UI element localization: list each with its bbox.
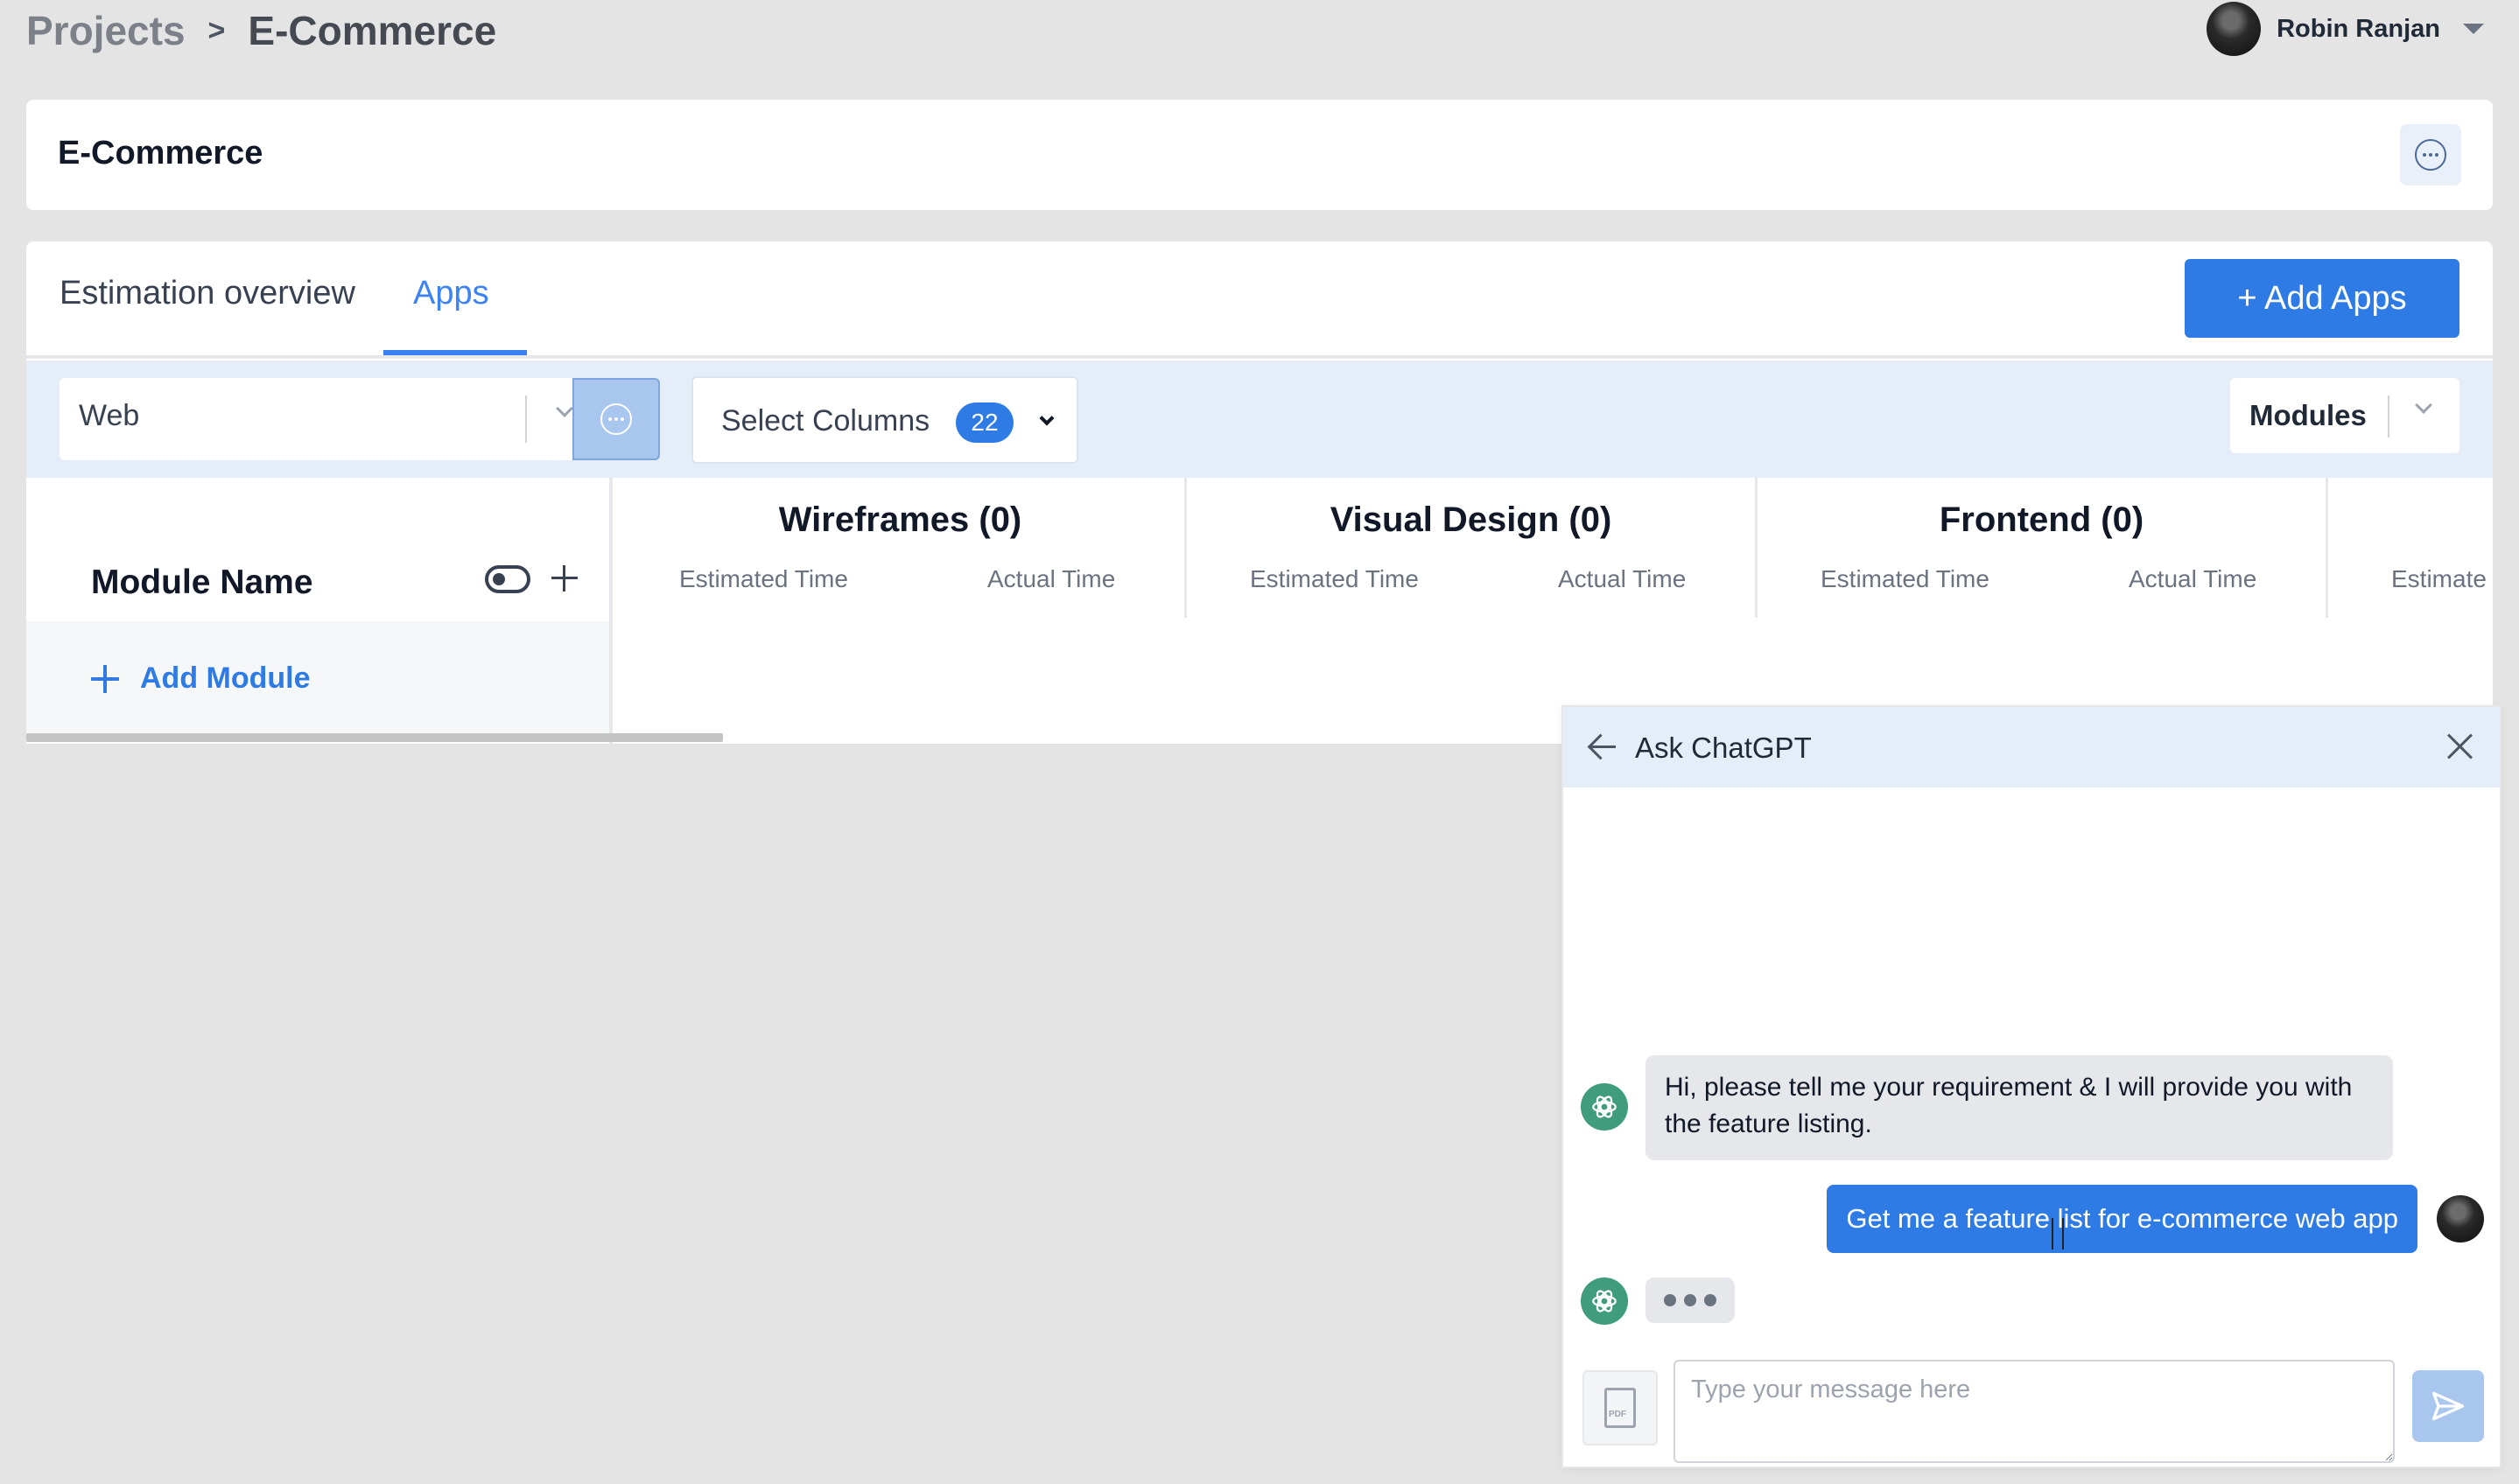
message-composer: PDF <box>1563 1340 2500 1470</box>
apps-panel: Estimation overview Apps + Add Apps Web … <box>26 242 2493 744</box>
breadcrumb-current: E-Commerce <box>248 8 497 53</box>
message-input[interactable] <box>1673 1360 2395 1463</box>
breadcrumb: Projects > E-Commerce <box>26 7 496 54</box>
chevron-down-icon <box>1039 410 1055 426</box>
platform-select-value: Web <box>79 399 140 432</box>
select-columns-dropdown[interactable]: Select Columns 22 <box>691 376 1078 464</box>
chatgpt-logo-icon <box>1581 1083 1628 1130</box>
avatar <box>2207 2 2262 56</box>
chevron-down-icon <box>2415 396 2432 414</box>
attach-pdf-button[interactable]: PDF <box>1582 1370 1658 1446</box>
module-column: Module Name Add Module <box>26 478 613 744</box>
horizontal-scrollbar[interactable] <box>26 733 723 742</box>
chat-header: Ask ChatGPT <box>1563 707 2500 788</box>
chevron-down-icon <box>556 400 573 417</box>
chevron-right-icon: > <box>207 13 226 47</box>
send-icon <box>2431 1391 2465 1421</box>
user-message: Get me a feature list for e-commerce web… <box>1827 1185 2417 1253</box>
chat-panel: Ask ChatGPT Hi, please tell me your requ… <box>1561 705 2501 1468</box>
bot-message: Hi, please tell me your requirement & I … <box>1645 1055 2393 1160</box>
column-header-estimated-time: Estimate <box>2391 565 2487 592</box>
chatgpt-logo-icon <box>1581 1278 1628 1325</box>
project-header-card: E-Commerce <box>26 100 2493 210</box>
column-group-truncated: Estimate <box>2328 478 2493 618</box>
more-options-icon <box>2415 139 2446 171</box>
add-module-row: Add Module <box>26 621 609 738</box>
column-header-estimated-time: Estimated Time <box>679 565 848 592</box>
column-header-actual-time: Actual Time <box>1558 565 1687 592</box>
top-bar: Projects > E-Commerce Robin Ranjan <box>0 0 2519 70</box>
modules-select[interactable]: Modules <box>2230 378 2459 453</box>
active-tab-indicator <box>383 350 527 355</box>
column-group-title: Wireframes (0) <box>778 500 1022 539</box>
user-name: Robin Ranjan <box>2277 14 2440 43</box>
text-cursor-icon <box>2052 1218 2064 1250</box>
caret-down-icon <box>2463 24 2484 34</box>
chat-title: Ask ChatGPT <box>1635 732 1812 764</box>
project-title: E-Commerce <box>58 135 263 172</box>
column-header-actual-time: Actual Time <box>2129 565 2257 592</box>
add-module-button[interactable]: Add Module <box>91 662 311 696</box>
filter-bar: Web Select Columns 22 Modules <box>26 360 2493 478</box>
column-header-estimated-time: Estimated Time <box>1250 565 1419 592</box>
pdf-file-icon: PDF <box>1604 1388 1636 1428</box>
send-button[interactable] <box>2412 1370 2484 1442</box>
project-more-button[interactable] <box>2400 124 2461 186</box>
select-columns-label: Select Columns <box>721 404 930 438</box>
column-group-wireframes: Wireframes (0) Estimated Time Actual Tim… <box>616 478 1187 618</box>
select-divider <box>2388 396 2389 438</box>
tab-apps[interactable]: Apps <box>413 275 489 312</box>
breadcrumb-projects-link[interactable]: Projects <box>26 7 186 54</box>
module-name-header: Module Name <box>91 564 313 601</box>
platform-select[interactable]: Web <box>60 378 573 460</box>
tab-bar: Estimation overview Apps + Add Apps <box>26 242 2493 359</box>
more-options-icon <box>600 403 632 435</box>
column-group-title: Frontend (0) <box>1939 500 2144 539</box>
close-icon[interactable] <box>2445 732 2475 761</box>
back-arrow-icon[interactable] <box>1588 733 1617 761</box>
column-group-frontend: Frontend (0) Estimated Time Actual Time <box>1758 478 2328 618</box>
column-group-visual-design: Visual Design (0) Estimated Time Actual … <box>1187 478 1758 618</box>
plus-icon <box>91 664 119 693</box>
avatar <box>2437 1195 2484 1242</box>
tab-estimation-overview[interactable]: Estimation overview <box>60 275 355 312</box>
columns-count-badge: 22 <box>956 402 1014 443</box>
toggle-icon[interactable] <box>485 565 530 593</box>
typing-indicator <box>1645 1278 1735 1323</box>
plus-icon[interactable] <box>548 562 581 595</box>
add-module-label: Add Module <box>140 662 311 695</box>
column-header-estimated-time: Estimated Time <box>1821 565 1989 592</box>
add-apps-button[interactable]: + Add Apps <box>2185 259 2459 338</box>
modules-select-value: Modules <box>2249 399 2367 431</box>
select-divider <box>525 396 527 443</box>
column-group-title: Visual Design (0) <box>1330 500 1612 539</box>
user-menu[interactable]: Robin Ranjan <box>2207 0 2484 58</box>
column-header-actual-time: Actual Time <box>987 565 1116 592</box>
platform-options-button[interactable] <box>572 378 660 460</box>
pdf-icon-label: PDF <box>1609 1410 1626 1419</box>
